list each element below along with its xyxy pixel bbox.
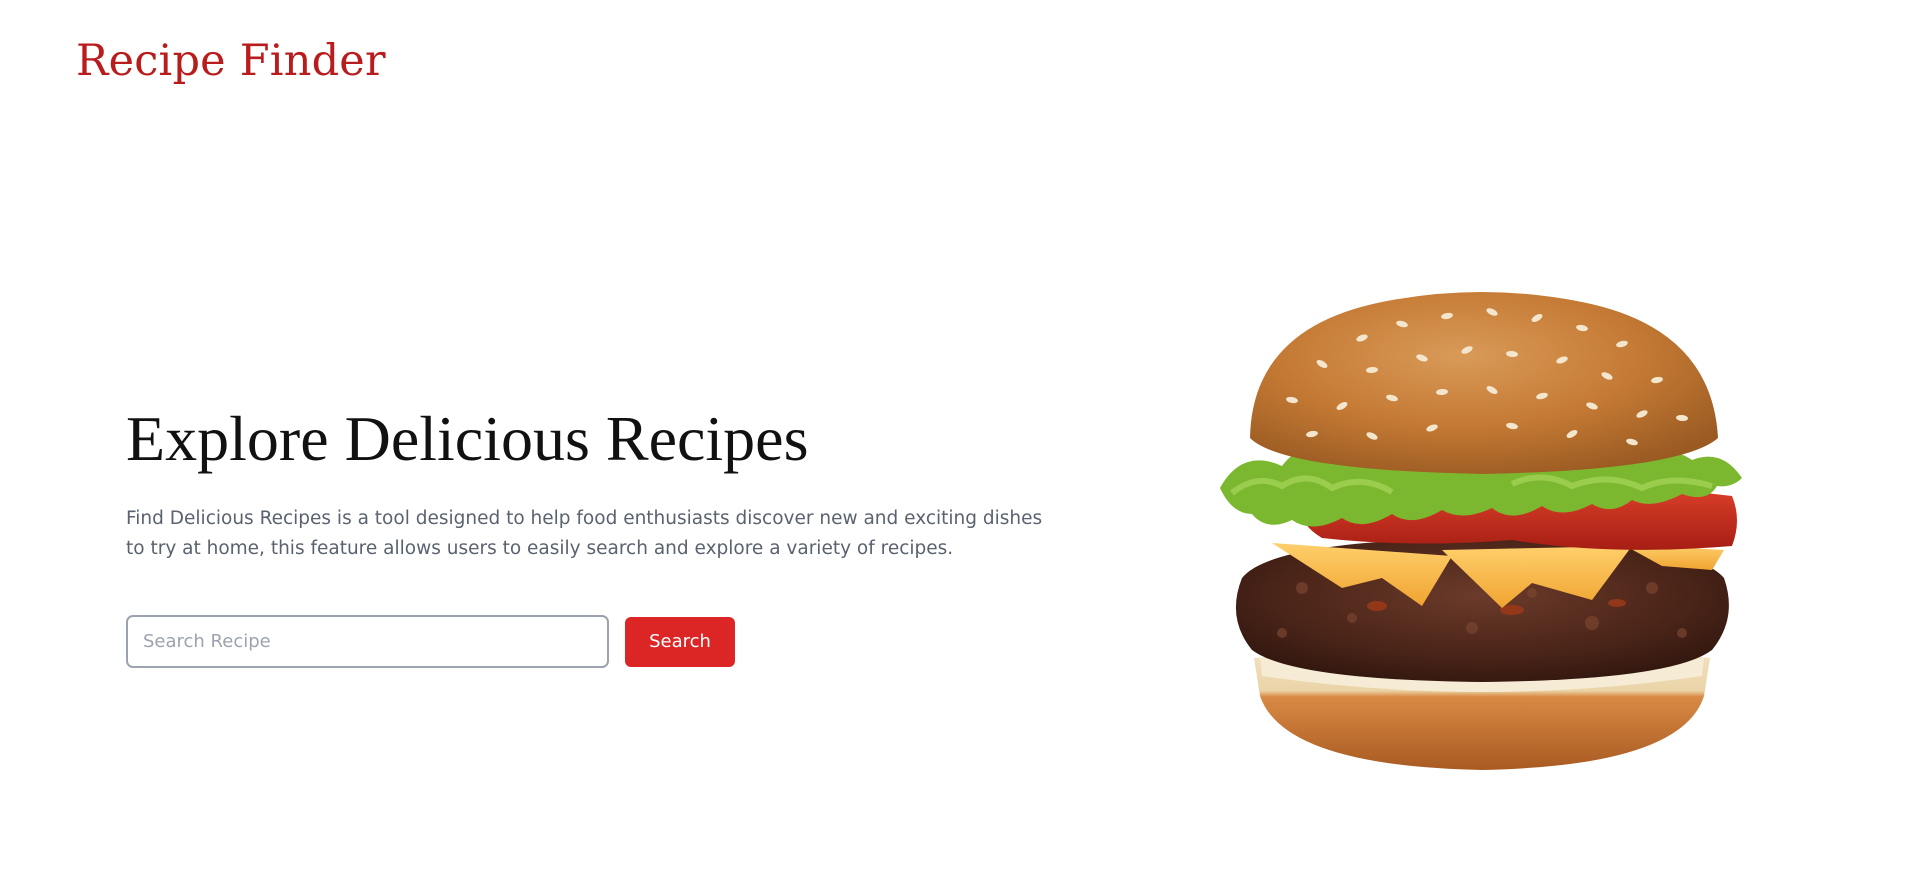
hero-description: Find Delicious Recipes is a tool designe…	[126, 508, 1043, 559]
hero-section: Explore Delicious Recipes Find Delicious…	[126, 402, 1086, 564]
burger-image	[1220, 292, 1742, 770]
search-input[interactable]	[126, 615, 609, 668]
search-button[interactable]: Search	[625, 616, 735, 667]
hero-title: Explore Delicious Recipes	[126, 403, 809, 474]
search-bar: Search	[126, 615, 735, 668]
site-logo[interactable]: Recipe Finder	[76, 36, 386, 86]
landing-page: Recipe Finder Explore Delicious Recipes …	[0, 0, 1917, 875]
